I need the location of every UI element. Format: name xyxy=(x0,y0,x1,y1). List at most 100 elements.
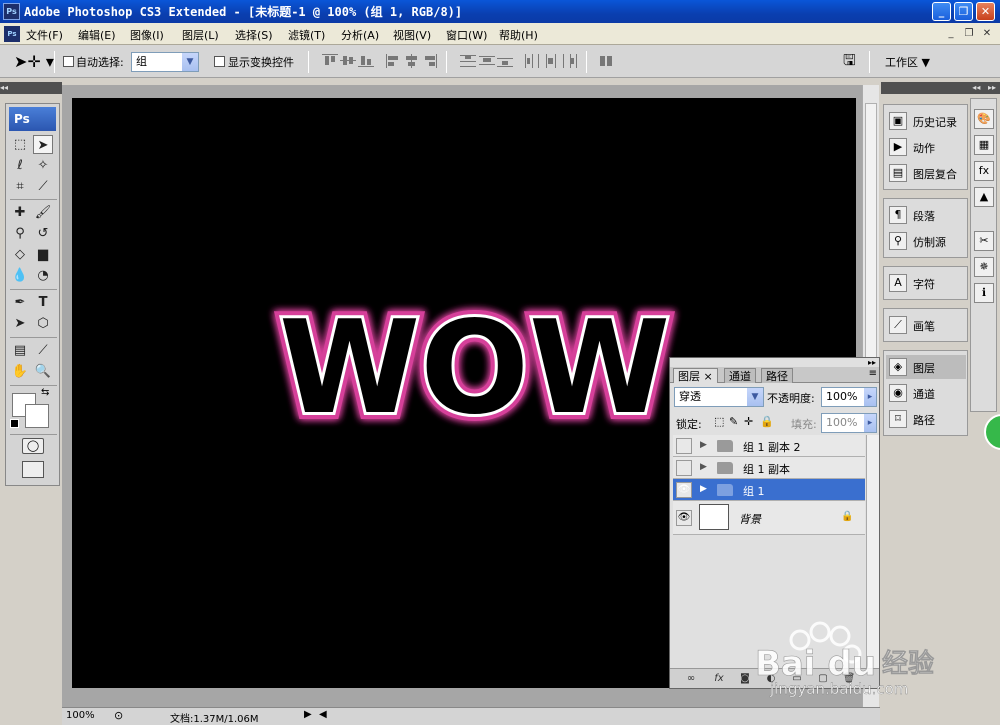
navigator-compass-icon[interactable]: ✵ xyxy=(974,257,994,277)
fill-input[interactable]: 100% ▸ xyxy=(821,413,877,433)
align-top-icon[interactable] xyxy=(322,54,338,68)
expand-arrow-icon[interactable]: ▶ xyxy=(700,484,707,494)
blend-mode-dropdown[interactable]: 穿透 ▼ xyxy=(674,387,764,407)
doc-close-button[interactable]: ✕ xyxy=(980,27,994,41)
visibility-toggle[interactable] xyxy=(676,438,692,454)
status-info-icon[interactable]: ⊙ xyxy=(114,709,123,722)
eye-icon[interactable]: 👁 xyxy=(676,510,692,526)
distribute-vcenter-icon[interactable] xyxy=(479,54,495,68)
marquee-tool-icon[interactable]: ⬚ xyxy=(10,135,30,154)
visibility-toggle[interactable] xyxy=(676,460,692,476)
dock-item-actions[interactable]: ▶ 动作 xyxy=(886,135,966,159)
auto-align-icon[interactable] xyxy=(598,54,614,68)
document-icon[interactable]: Ps xyxy=(4,26,20,42)
menu-filter[interactable]: 滤镜(T) xyxy=(288,27,325,43)
menu-edit[interactable]: 编辑(E) xyxy=(78,27,116,43)
layer-row[interactable]: 👁 背景 🔒 xyxy=(673,501,865,535)
layer-row[interactable]: ▶ 组 1 副本 xyxy=(673,457,865,479)
gradient-tool-icon[interactable]: ▆ xyxy=(33,245,53,264)
histogram-icon[interactable]: ▲ xyxy=(974,187,994,207)
info-icon[interactable]: ℹ xyxy=(974,283,994,303)
dock-item-brushes[interactable]: ⟋ 画笔 xyxy=(886,313,966,337)
status-menu-arrow-icon[interactable]: ▶ xyxy=(304,709,312,720)
brush-tool-icon[interactable]: 🖌 xyxy=(33,203,53,222)
eye-icon[interactable]: 👁 xyxy=(676,482,692,498)
crop-tool-icon[interactable]: ⌗ xyxy=(10,177,30,196)
navigator-icon[interactable]: 🎨 xyxy=(974,109,994,129)
blur-tool-icon[interactable]: 💧 xyxy=(10,266,30,285)
zoom-tool-icon[interactable]: 🔍 xyxy=(33,362,53,381)
swatches-icon[interactable]: ▦ xyxy=(974,135,994,155)
menu-select[interactable]: 选择(S) xyxy=(235,27,273,43)
lasso-tool-icon[interactable]: ℓ xyxy=(10,156,30,175)
distribute-left-icon[interactable] xyxy=(524,54,540,68)
workspace-menu[interactable]: 工作区 ▼ xyxy=(885,54,930,70)
tool-presets-icon[interactable]: ✂ xyxy=(974,231,994,251)
distribute-right-icon[interactable] xyxy=(561,54,577,68)
menu-file[interactable]: 文件(F) xyxy=(26,27,63,43)
close-button[interactable]: ✕ xyxy=(976,2,995,21)
type-tool-icon[interactable]: T xyxy=(33,293,53,312)
layer-row[interactable]: ▶ 组 1 副本 2 xyxy=(673,435,865,457)
lock-pixels-icon[interactable]: ✎ xyxy=(729,415,738,428)
notes-tool-icon[interactable]: ▤ xyxy=(10,341,30,360)
tab-channels[interactable]: 通道 xyxy=(724,368,756,383)
tab-layers[interactable]: 图层 × xyxy=(673,368,718,383)
swap-colors-icon[interactable]: ⇆ xyxy=(41,387,49,398)
link-layers-icon[interactable]: ∞ xyxy=(684,672,698,685)
align-right-icon[interactable] xyxy=(422,54,438,68)
hand-tool-icon[interactable]: ✋ xyxy=(10,362,30,381)
menu-layer[interactable]: 图层(L) xyxy=(182,27,219,43)
path-select-icon[interactable]: ➤ xyxy=(10,314,30,333)
auto-select-dropdown[interactable]: 组 ▼ xyxy=(131,52,199,72)
doc-restore-button[interactable]: ❐ xyxy=(962,27,976,41)
clone-stamp-icon[interactable]: ⚲ xyxy=(10,224,30,243)
doc-minimize-button[interactable]: _ xyxy=(944,27,958,41)
menu-image[interactable]: 图像(I) xyxy=(130,27,164,43)
screen-mode-icon[interactable] xyxy=(22,461,44,478)
distribute-top-icon[interactable] xyxy=(460,54,476,68)
dock-item-channels[interactable]: ◉ 通道 xyxy=(886,381,966,405)
lock-all-icon[interactable]: 🔒 xyxy=(760,415,774,428)
menu-help[interactable]: 帮助(H) xyxy=(499,27,538,43)
dodge-tool-icon[interactable]: ◔ xyxy=(33,266,53,285)
zoom-level[interactable]: 100% xyxy=(66,710,95,721)
dock-item-layers[interactable]: ◈ 图层 xyxy=(886,355,966,379)
magic-wand-icon[interactable]: ✧ xyxy=(33,156,53,175)
shape-tool-icon[interactable]: ⬡ xyxy=(33,314,53,333)
slice-tool-icon[interactable]: ⟋ xyxy=(33,177,53,196)
bridge-icon[interactable]: 🖫 xyxy=(843,50,856,75)
dock-item-history[interactable]: ▣ 历史记录 xyxy=(886,109,966,133)
history-brush-icon[interactable]: ↺ xyxy=(33,224,53,243)
dock-item-paths[interactable]: ⌑ 路径 xyxy=(886,407,966,431)
move-tool-icon[interactable]: ➤✛ ▾ xyxy=(14,52,54,71)
pen-tool-icon[interactable]: ✒ xyxy=(10,293,30,312)
lock-transparency-icon[interactable]: ⬚ xyxy=(714,415,724,428)
background-color-swatch[interactable] xyxy=(25,404,49,428)
floating-badge[interactable] xyxy=(984,414,1000,450)
styles-icon[interactable]: fx xyxy=(974,161,994,181)
expand-arrow-icon[interactable]: ▶ xyxy=(700,462,707,472)
default-colors-icon[interactable] xyxy=(10,419,19,428)
align-left-icon[interactable] xyxy=(386,54,402,68)
quick-mask-icon[interactable]: ◯ xyxy=(22,438,44,454)
maximize-button[interactable]: ❐ xyxy=(954,2,973,21)
eraser-tool-icon[interactable]: ◇ xyxy=(10,245,30,264)
show-transform-checkbox[interactable] xyxy=(214,56,225,67)
dock-item-layer-comps[interactable]: ▤ 图层复合 xyxy=(886,161,966,185)
align-bottom-icon[interactable] xyxy=(358,54,374,68)
layer-row-selected[interactable]: 👁 ▶ 组 1 xyxy=(673,479,865,501)
lock-position-icon[interactable]: ✛ xyxy=(744,415,753,428)
menu-window[interactable]: 窗口(W) xyxy=(446,27,487,43)
menu-view[interactable]: 视图(V) xyxy=(393,27,431,43)
dock-header[interactable]: ◂◂ ▸▸ xyxy=(881,82,1000,94)
toolbox-header[interactable]: ◂◂ xyxy=(0,82,62,94)
move-tool-icon[interactable]: ➤ xyxy=(33,135,53,154)
dock-item-clone-source[interactable]: ⚲ 仿制源 xyxy=(886,229,966,253)
dock-item-character[interactable]: A 字符 xyxy=(886,271,966,295)
distribute-hcenter-icon[interactable] xyxy=(543,54,559,68)
panel-menu-icon[interactable]: ≡ xyxy=(869,368,877,379)
menu-analysis[interactable]: 分析(A) xyxy=(341,27,379,43)
minimize-button[interactable]: _ xyxy=(932,2,951,21)
panel-grip[interactable]: ▸▸ xyxy=(868,358,876,367)
